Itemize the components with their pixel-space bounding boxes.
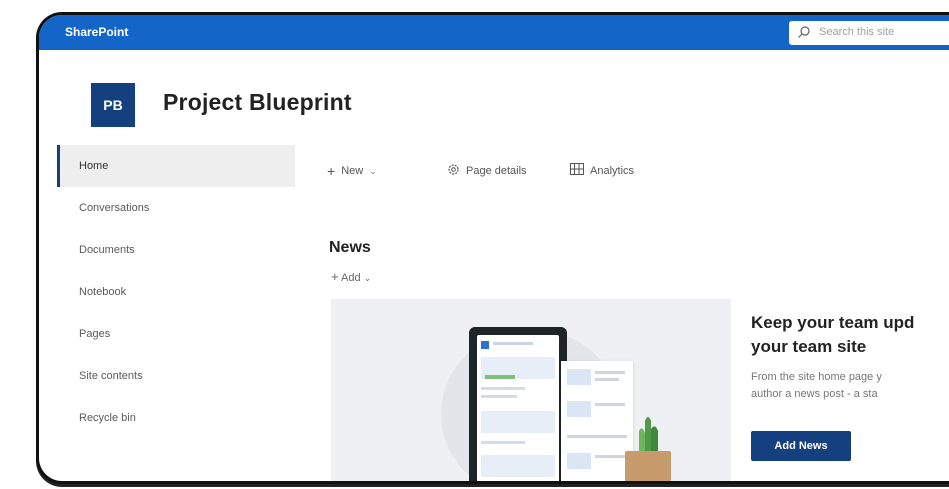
nav-item-home[interactable]: Home — [57, 145, 295, 187]
nav-item-documents[interactable]: Documents — [57, 229, 295, 271]
plus-icon: + — [331, 269, 339, 284]
analytics-button[interactable]: Analytics — [570, 163, 634, 178]
nav-item-recycle-bin[interactable]: Recycle bin — [57, 397, 295, 439]
search-box[interactable]: Search this site — [789, 21, 949, 45]
new-button[interactable]: + New ⌄ — [327, 163, 377, 179]
nav-item-pages[interactable]: Pages — [57, 313, 295, 355]
nav-item-site-contents[interactable]: Site contents — [57, 355, 295, 397]
analytics-icon — [570, 163, 584, 178]
analytics-label: Analytics — [590, 164, 635, 177]
gear-icon — [447, 163, 460, 179]
news-add-button[interactable]: + Add ⌄ — [331, 269, 371, 284]
plant-pot-image — [625, 451, 671, 481]
news-cta-description: From the site home page y author a news … — [751, 369, 949, 403]
add-news-button[interactable]: Add News — [751, 431, 851, 461]
news-cta-title-line2: your team site — [751, 337, 867, 356]
app-window: SharePoint Search this site PB Project B… — [36, 12, 949, 484]
news-add-label: Add — [341, 272, 361, 284]
site-title[interactable]: Project Blueprint — [163, 89, 352, 116]
suite-header: SharePoint Search this site — [39, 15, 949, 50]
cactus-icon — [631, 411, 665, 455]
chevron-down-icon: ⌄ — [369, 165, 377, 176]
page-details-label: Page details — [466, 165, 527, 177]
site-logo[interactable]: PB — [91, 83, 135, 127]
app-brand[interactable]: SharePoint — [65, 25, 128, 39]
nav-item-conversations[interactable]: Conversations — [57, 187, 295, 229]
news-cta-title: Keep your team upd your team site — [751, 311, 949, 359]
page-details-button[interactable]: Page details — [447, 163, 527, 179]
new-label: New — [341, 165, 364, 177]
plus-icon: + — [327, 163, 336, 179]
search-icon — [797, 25, 811, 44]
news-cta-title-line1: Keep your team upd — [751, 313, 915, 332]
chevron-down-icon: ⌄ — [363, 273, 372, 283]
news-cta-desc-line1: From the site home page y — [751, 371, 882, 383]
left-navigation: Home Conversations Documents Notebook Pa… — [57, 145, 295, 439]
nav-item-notebook[interactable]: Notebook — [57, 271, 295, 313]
news-cta-desc-line2: author a news post - a sta — [751, 388, 878, 400]
search-input[interactable]: Search this site — [819, 26, 894, 38]
news-illustration — [331, 299, 731, 481]
article-card-image — [561, 361, 633, 481]
tablet-image — [469, 327, 567, 481]
news-heading: News — [329, 239, 371, 256]
tablet-screen — [477, 335, 559, 481]
